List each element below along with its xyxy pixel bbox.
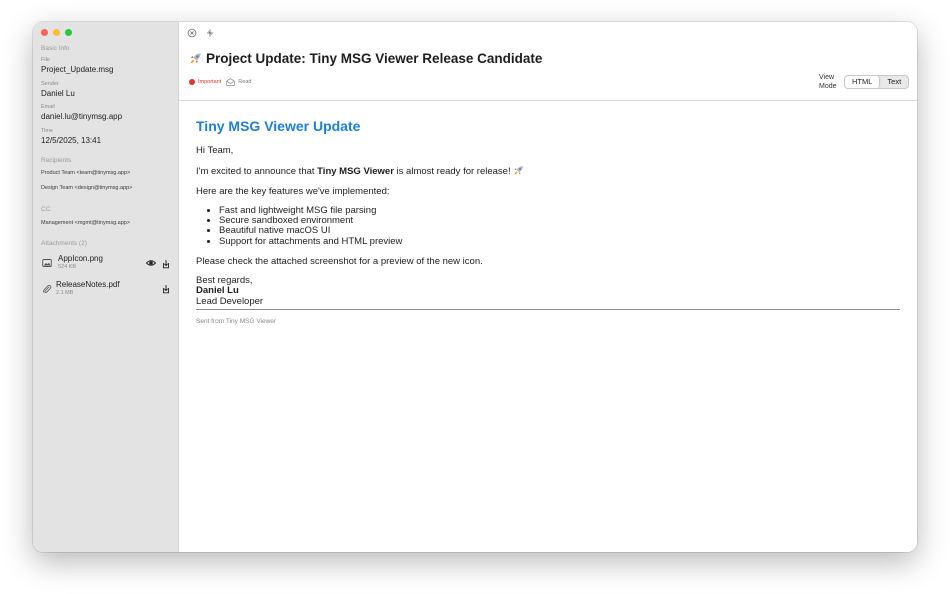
attachment-size: 2.1 MB — [56, 290, 74, 296]
app-name-bold: Tiny MSG Viewer — [317, 166, 394, 177]
image-icon — [42, 259, 52, 267]
time-value: 12/5/2025, 13:41 — [41, 136, 102, 145]
announcement: I'm excited to announce that Tiny MSG Vi… — [196, 165, 900, 177]
cc-item: Management <mgmt@tinymsg.app> — [41, 220, 131, 226]
message-flags: Important Read — [189, 78, 251, 86]
list-item: Support for attachments and HTML preview — [219, 236, 900, 247]
attachments-label: Attachments (2) — [41, 240, 87, 247]
signature-name: Daniel Lu — [196, 285, 239, 297]
regards: Best regards, — [196, 274, 253, 286]
sender-label: Sender — [41, 81, 59, 87]
close-window-button[interactable] — [41, 29, 48, 36]
signature-title: Lead Developer — [196, 295, 264, 307]
sparkle-icon[interactable] — [205, 28, 215, 38]
email-heading: Tiny MSG Viewer Update — [196, 118, 361, 134]
read-label: Read — [238, 79, 252, 85]
sender-value: Daniel Lu — [41, 89, 75, 98]
envelope-open-icon — [226, 78, 235, 86]
save-attachment-icon[interactable] — [161, 259, 171, 269]
attachment-size: 524 KB — [58, 264, 77, 270]
email-body: Tiny MSG Viewer Update Hi Team, I'm exci… — [196, 118, 900, 316]
recipient-item: Product Team <team@tinymsg.app> — [41, 170, 131, 176]
features-intro: Here are the key features we've implemen… — [196, 186, 390, 197]
html-mode-button[interactable]: HTML — [845, 76, 881, 88]
announce-suffix: is almost ready for release! — [393, 166, 514, 177]
signature: Best regards, Daniel Lu Lead Developer — [196, 274, 900, 308]
recipients-label: Recipients — [41, 157, 72, 164]
main-pane: Project Update: Tiny MSG Viewer Release … — [179, 22, 917, 552]
text-mode-button[interactable]: Text — [880, 76, 908, 88]
subject-text: Project Update: Tiny MSG Viewer Release … — [206, 51, 543, 66]
view-mode-toggle[interactable]: HTML Text — [844, 75, 910, 89]
zoom-window-button[interactable] — [65, 29, 72, 36]
window-controls — [41, 29, 72, 36]
attachment-name[interactable]: AppIcon.png — [58, 254, 103, 263]
important-icon — [189, 79, 195, 85]
view-mode-label: View Mode — [819, 74, 837, 90]
footer-divider — [196, 309, 900, 310]
recipient-item: Design Team <design@tinymsg.app> — [41, 185, 133, 191]
basic-info-label: Basic Info — [41, 45, 70, 52]
features-list: Fast and lightweight MSG file parsing Se… — [219, 205, 900, 247]
rocket-icon — [190, 53, 201, 64]
rocket-icon — [514, 166, 524, 175]
paperclip-icon — [43, 285, 52, 293]
email-label: Email — [41, 104, 55, 110]
cc-label: CC — [41, 206, 51, 213]
greeting: Hi Team, — [196, 145, 234, 156]
check-attachment-line: Please check the attached screenshot for… — [196, 255, 483, 267]
eye-icon[interactable] — [146, 258, 156, 268]
email-value: daniel.lu@tinymsg.app — [41, 112, 123, 121]
app-window: Basic Info File Project_Update.msg Sende… — [33, 22, 917, 552]
time-label: Time — [41, 128, 54, 134]
file-value: Project_Update.msg — [41, 65, 114, 74]
email-footer: Sent from Tiny MSG Viewer — [196, 318, 277, 325]
message-header: Project Update: Tiny MSG Viewer Release … — [179, 22, 917, 101]
important-label: Important — [198, 79, 222, 85]
circle-x-icon[interactable] — [187, 28, 197, 38]
sidebar: Basic Info File Project_Update.msg Sende… — [33, 22, 179, 552]
announce-prefix: I'm excited to announce that — [196, 166, 318, 177]
save-attachment-icon[interactable] — [161, 284, 171, 294]
attachment-name[interactable]: ReleaseNotes.pdf — [56, 280, 120, 289]
file-label: File — [41, 57, 50, 63]
subject-title: Project Update: Tiny MSG Viewer Release … — [189, 51, 542, 66]
minimize-window-button[interactable] — [53, 29, 60, 36]
